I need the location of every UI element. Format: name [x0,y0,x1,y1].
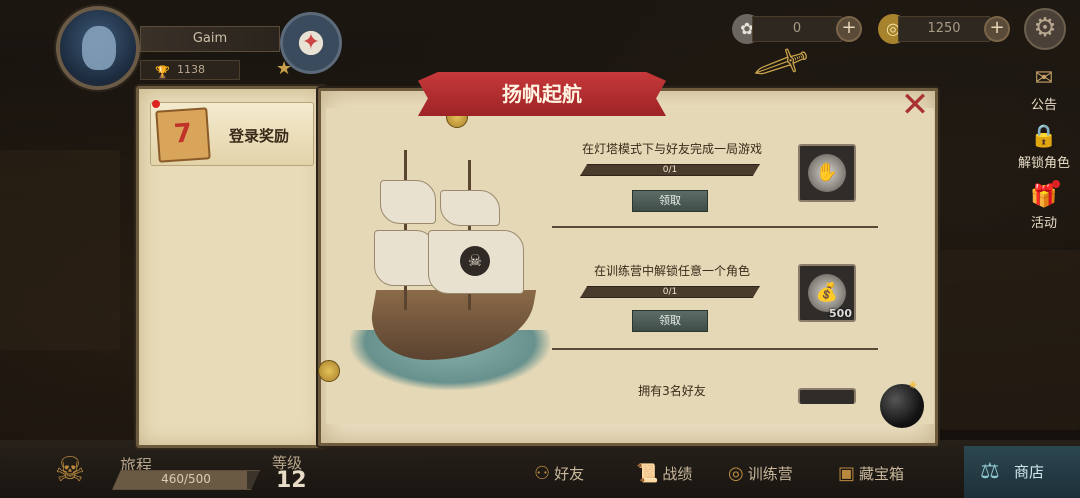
trophy-count: 1138 [177,63,205,76]
nav-training-camp[interactable]: ◎ 训练营 [728,462,793,486]
bomb-fuse-spark: ✷ [908,378,919,392]
unlock-character-label: 解锁角色 [1017,156,1070,171]
trophy-count-bar: 🏆 1138 [140,60,240,80]
gold-count: 1250 [898,16,990,42]
scales-icon: ⚖ [980,459,1000,484]
ship-sail [380,180,436,224]
avatar-portrait [82,26,116,70]
quest-divider [552,226,878,228]
settings-gear-icon[interactable]: ⚙ [1024,8,1066,50]
unlock-character-button[interactable]: 🔒 解锁角色 [1016,124,1072,171]
nav-record-label: 战绩 [662,465,693,483]
claim-button[interactable]: 领取 [632,190,708,212]
notice-button[interactable]: ✉ 公告 [1016,66,1072,113]
nav-treasure-chest[interactable]: ▣ 藏宝箱 [838,462,904,486]
panel-title-ribbon: 扬帆起航 [418,72,666,116]
treasure-chest-icon: ▣ [838,463,856,484]
nav-friends-label: 好友 [554,465,585,483]
ship-sail [374,230,436,286]
add-gold-button[interactable]: + [984,16,1010,42]
nav-shop[interactable]: ⚖ 商店 [964,446,1080,498]
quest-title: 在灯塔模式下与好友完成一局游戏 [581,142,762,156]
calendar-icon: 7 [155,107,211,163]
level-value: 12 [276,468,307,493]
reward-slot[interactable]: ✋ [798,144,856,202]
ship-sail [440,190,500,226]
reward-slot[interactable]: 💰 500 [798,264,856,322]
tab-notification-dot [152,100,160,108]
quest-progress-text: 0/1 [662,165,678,175]
quest-title: 拥有3名好友 [638,384,706,398]
lock-icon: 🔒 [1030,124,1058,149]
close-icon[interactable]: ✕ [898,88,932,122]
quest-title: 在训练营中解锁任意一个角色 [593,264,750,278]
lighthouse-token-icon: ✋ [808,154,846,192]
skull-emblem-icon: ☠ [460,246,490,276]
claim-button[interactable]: 领取 [632,310,708,332]
journey-progress-text: 460/500 [161,472,211,486]
tab-login-reward-label: 登录奖励 [229,127,290,145]
add-gems-button[interactable]: + [836,16,862,42]
player-name: Gaim [140,26,280,52]
nav-shop-label: 商店 [1014,463,1045,481]
ship-illustration: ☠ [350,140,550,390]
activity-button[interactable]: 🎁 活动 [1016,184,1072,231]
nav-record[interactable]: 📜 战绩 [636,462,692,486]
tab-login-reward[interactable]: 7 登录奖励 [150,102,314,166]
trophy-icon: 🏆 [155,65,170,79]
rank-star-icon: ★ [276,58,293,79]
activity-notification-dot [1052,180,1060,188]
scroll-icon: 📜 [636,463,659,484]
captain-hat-icon: ☠ [54,450,86,490]
activity-label: 活动 [1030,216,1057,231]
target-icon: ◎ [728,463,744,484]
quest-progress-text: 0/1 [662,287,678,297]
nav-treasure-chest-label: 藏宝箱 [859,465,905,483]
quest-divider [552,348,878,350]
reward-count: 500 [829,307,852,320]
friends-icon: ⚇ [534,463,551,484]
reward-slot[interactable] [798,388,856,404]
envelope-icon: ✉ [1034,66,1054,91]
nav-friends[interactable]: ⚇ 好友 [534,462,584,486]
player-avatar[interactable] [56,6,140,90]
nav-training-camp-label: 训练营 [747,465,793,483]
notice-label: 公告 [1030,98,1057,113]
decorative-coin-icon [318,360,340,382]
